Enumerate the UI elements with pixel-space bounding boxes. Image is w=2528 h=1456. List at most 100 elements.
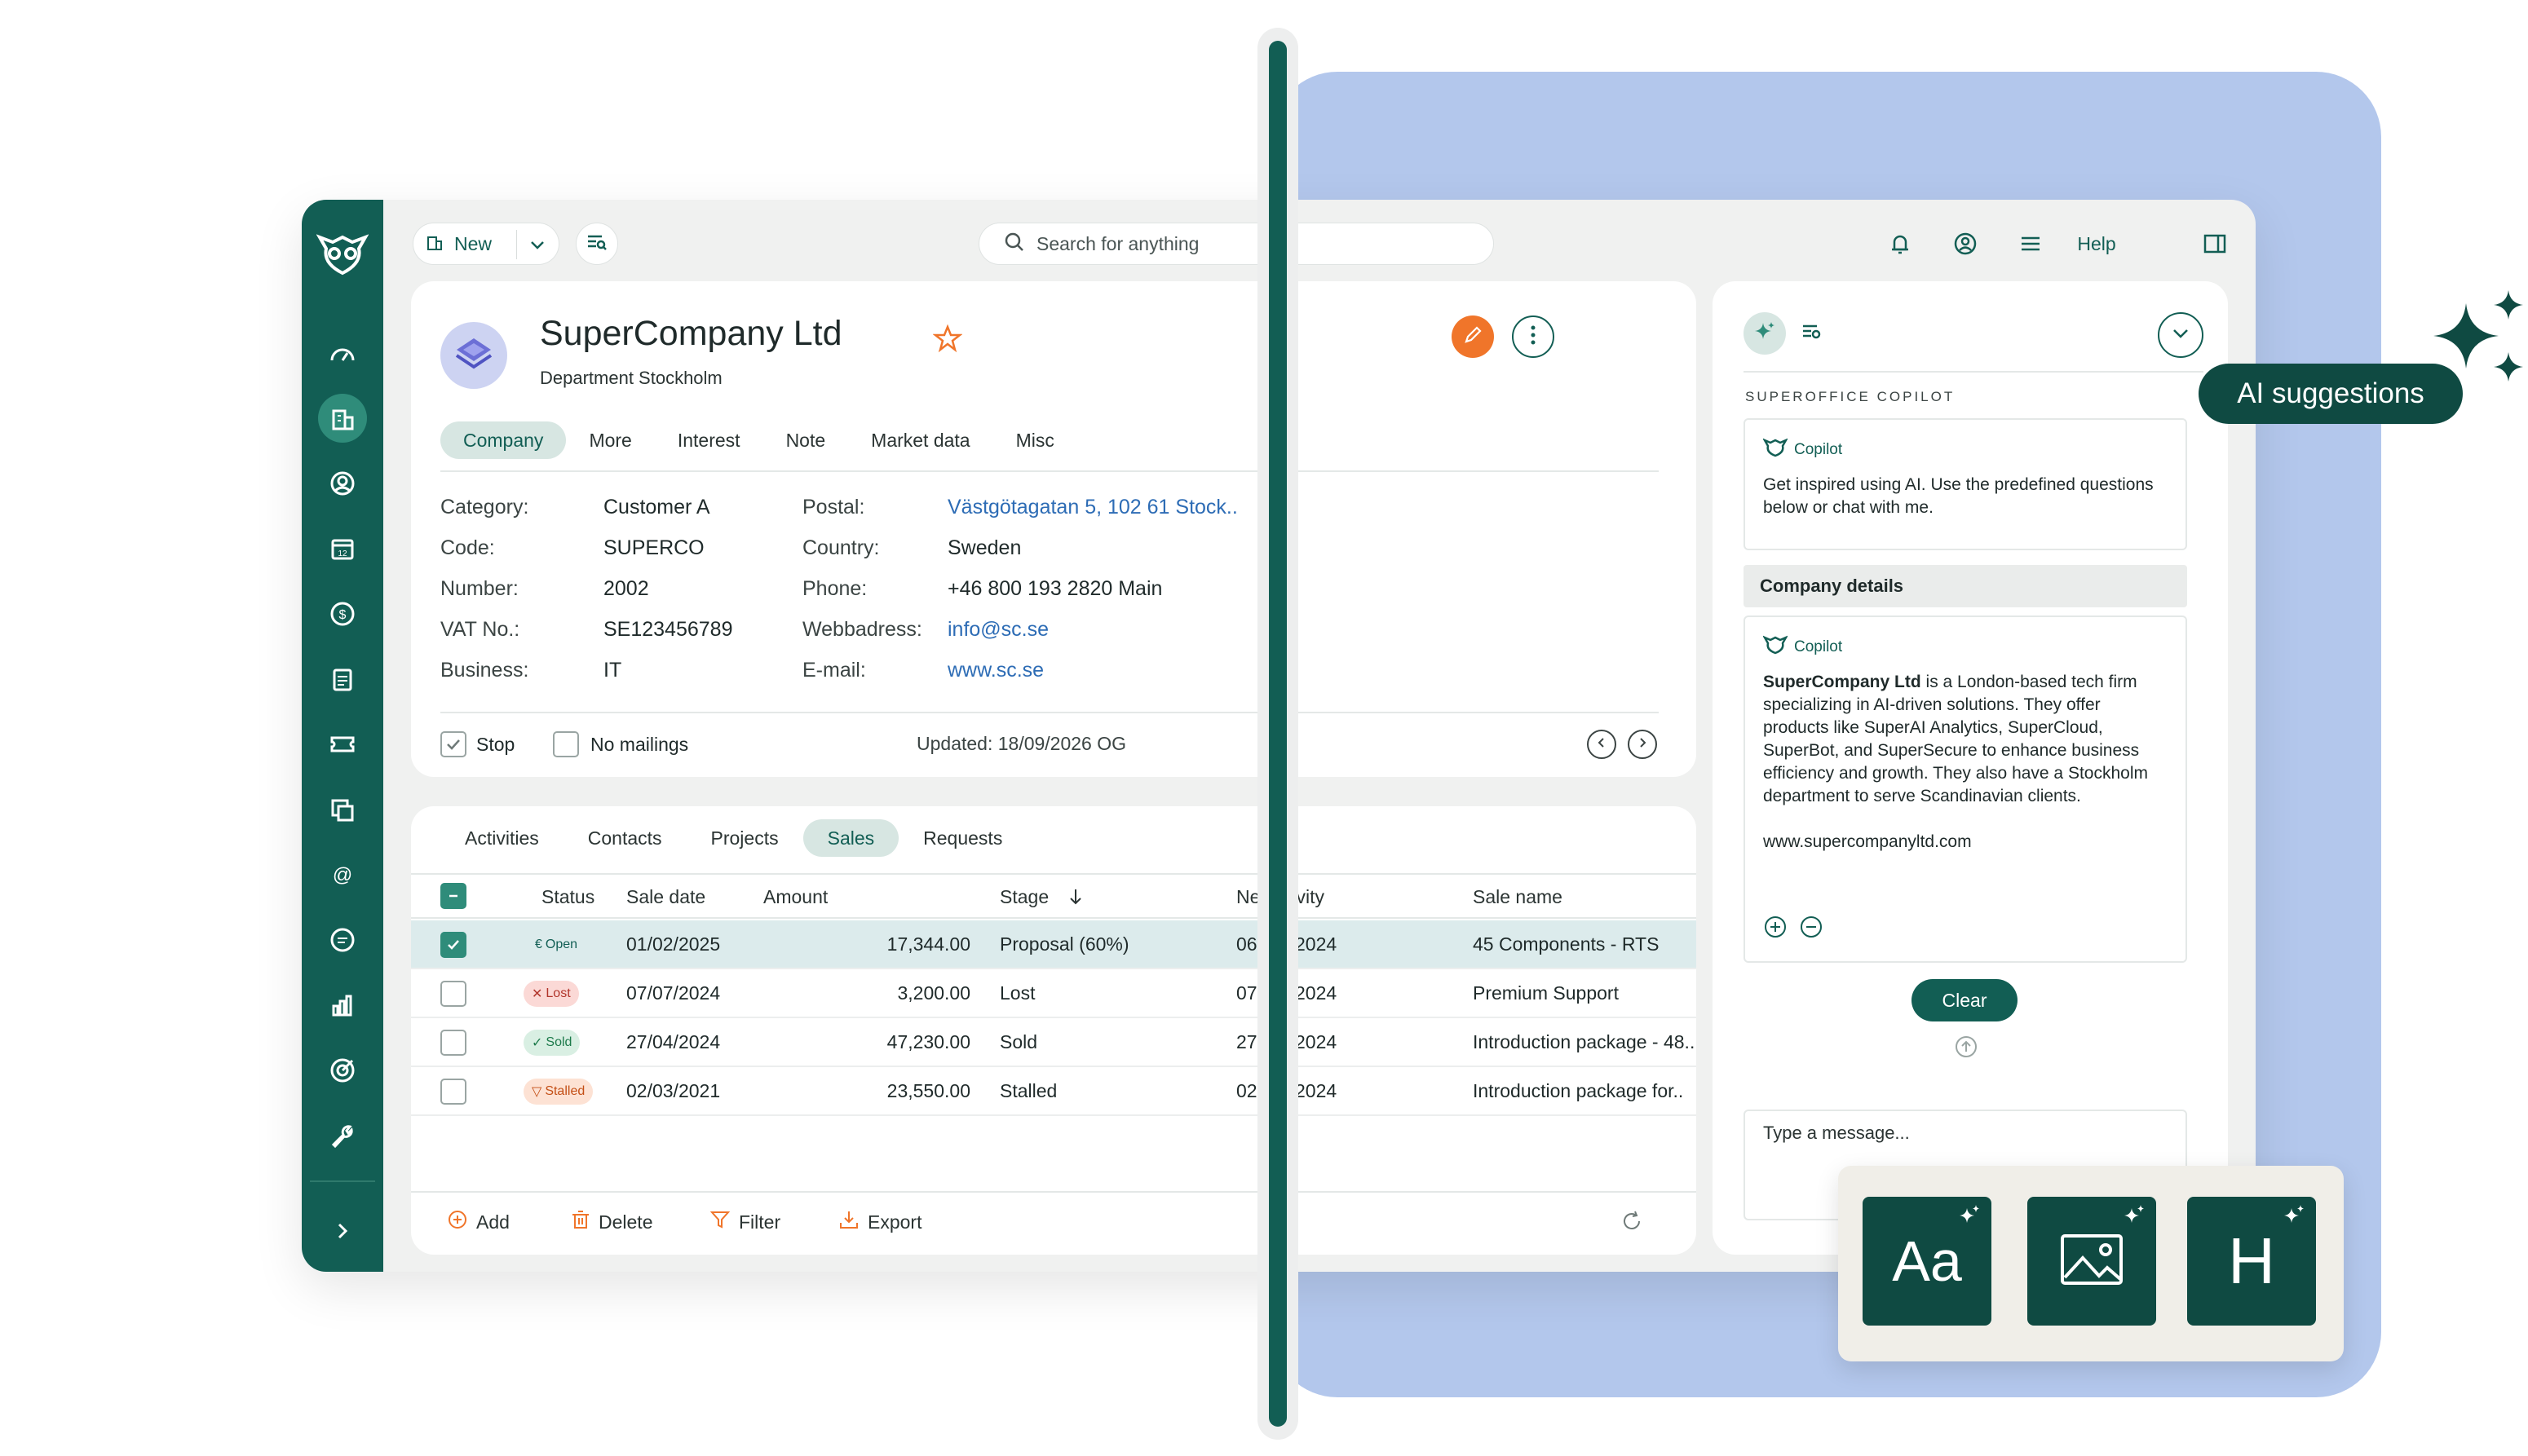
company-icon[interactable] [318,394,367,443]
filter-list-icon[interactable] [1801,322,1823,346]
tab-activities[interactable]: Activities [440,819,563,857]
target-icon[interactable] [318,1046,367,1095]
select-all-checkbox[interactable] [440,883,466,909]
comparison-divider-handle[interactable] [1269,41,1287,1427]
tab-requests[interactable]: Requests [899,819,1027,857]
stop-checkbox[interactable] [440,731,466,757]
user-profile-icon[interactable] [1944,223,1987,265]
wrench-icon[interactable] [318,1111,367,1160]
reports-icon[interactable] [318,981,367,1030]
search-bar[interactable] [979,223,1494,265]
trash-icon [571,1209,590,1235]
column-amount[interactable]: Amount [763,886,828,908]
clear-button[interactable]: Clear [1911,979,2018,1021]
copilot-header-divider [1744,371,2203,373]
column-sale-date[interactable]: Sale date [626,886,705,908]
expand-nav-icon[interactable] [318,1207,367,1255]
column-next[interactable]: Ne [1236,886,1260,908]
new-button[interactable]: New [413,223,559,265]
tab-interest[interactable]: Interest [655,421,763,459]
ai-sparkle-button[interactable] [1744,312,1786,355]
table-row[interactable]: ✕ Lost 07/07/2024 3,200.00 Lost 07 2024 P… [411,969,1696,1018]
edit-button[interactable] [1452,315,1494,358]
side-panel-toggle-icon[interactable] [2194,223,2236,265]
owl-logo-icon[interactable] [316,231,369,276]
clipboard-icon[interactable] [318,655,367,704]
dollar-icon[interactable]: $ [318,589,367,638]
funnel-icon [709,1209,731,1235]
ai-heading-tool[interactable]: H [2187,1197,2316,1326]
field-label: Postal: [802,495,865,518]
column-status[interactable]: Status [541,886,594,908]
contact-icon[interactable] [318,459,367,508]
documents-icon[interactable] [318,785,367,834]
table-row[interactable]: ▽ Stalled 02/03/2021 23,550.00 Stalled 02… [411,1067,1696,1116]
calendar-icon[interactable]: 12 [318,524,367,573]
field-label: Webbadress: [802,617,922,641]
add-button[interactable]: Add [447,1209,510,1235]
owl-logo-icon [1762,635,1788,660]
table-row[interactable]: € Open 01/02/2025 17,344.00 Proposal (60%… [411,920,1696,969]
menu-icon[interactable] [2009,223,2052,265]
next-record-button[interactable] [1628,730,1657,759]
ai-suggestions-badge[interactable]: AI suggestions [2199,364,2463,424]
column-stage[interactable]: Stage [1000,886,1049,908]
delete-button[interactable]: Delete [571,1209,652,1235]
minus-circle-icon[interactable] [1799,915,1823,943]
company-logo-icon [440,322,507,389]
refresh-icon[interactable] [1620,1209,1644,1233]
answer-actions [1763,915,1823,943]
tab-company[interactable]: Company [440,421,567,459]
chevron-down-icon[interactable] [526,233,549,260]
tab-note[interactable]: Note [763,421,849,459]
sale-date: 27/04/2024 [626,1031,721,1052]
scroll-up-icon[interactable] [1954,1035,1978,1063]
notifications-icon[interactable] [1879,223,1921,265]
dashboard-icon[interactable] [318,329,367,377]
sale-activity: 2024 [1295,982,1337,1004]
tab-contacts[interactable]: Contacts [563,819,687,857]
column-sale-name[interactable]: Sale name [1473,886,1562,908]
chat-icon[interactable] [318,916,367,964]
favorite-star-icon[interactable] [932,324,963,357]
plus-circle-icon[interactable] [1763,915,1788,943]
export-button[interactable]: Export [838,1209,921,1235]
help-link[interactable]: Help [2060,223,2133,265]
sale-amount: 47,230.00 [886,1031,970,1052]
email-link[interactable]: www.sc.se [948,659,1044,682]
company-details-heading[interactable]: Company details [1744,565,2187,607]
sale-date: 01/02/2025 [626,933,721,955]
sale-name: Introduction package - 48.. [1473,1031,1695,1052]
row-checkbox[interactable] [440,1030,466,1056]
tab-market-data[interactable]: Market data [848,421,992,459]
table-row[interactable]: ✓ Sold 27/04/2024 47,230.00 Sold 27 2024 … [411,1018,1696,1067]
filter-list-button[interactable] [576,223,618,265]
row-checkbox[interactable] [440,932,466,958]
ai-text-tool[interactable]: Aa [1863,1197,1991,1326]
search-input[interactable] [1036,232,1444,255]
ai-image-tool[interactable] [2027,1197,2156,1326]
ticket-icon[interactable] [318,720,367,769]
tab-more[interactable]: More [566,421,654,459]
sparkle-icon [2122,1203,2146,1232]
collapse-panel-button[interactable] [2158,312,2203,358]
row-checkbox[interactable] [440,1079,466,1105]
row-checkbox[interactable] [440,981,466,1007]
phone-value[interactable]: +46 800 193 2820 Main [948,577,1162,601]
sparkle-icon [1957,1203,1982,1232]
tab-sales[interactable]: Sales [802,819,899,857]
postal-address-link[interactable]: Västgötagatan 5, 102 61 Stock.. [948,496,1238,519]
business-value: IT [603,658,622,682]
copilot-sender: Copilot [1794,638,1843,655]
tab-misc[interactable]: Misc [993,421,1077,459]
tab-projects[interactable]: Projects [687,819,803,857]
more-options-button[interactable] [1512,315,1554,358]
sort-descending-icon[interactable] [1068,888,1083,910]
webaddress-link[interactable]: info@sc.se [948,618,1049,642]
previous-record-button[interactable] [1587,730,1616,759]
updated-info: Updated: 18/09/2026 OG [917,733,1127,754]
filter-button[interactable]: Filter [709,1209,780,1235]
at-sign-icon[interactable]: @ [318,850,367,899]
answer-url[interactable]: www.supercompanyltd.com [1763,831,2168,854]
no-mailings-checkbox[interactable] [553,731,579,757]
